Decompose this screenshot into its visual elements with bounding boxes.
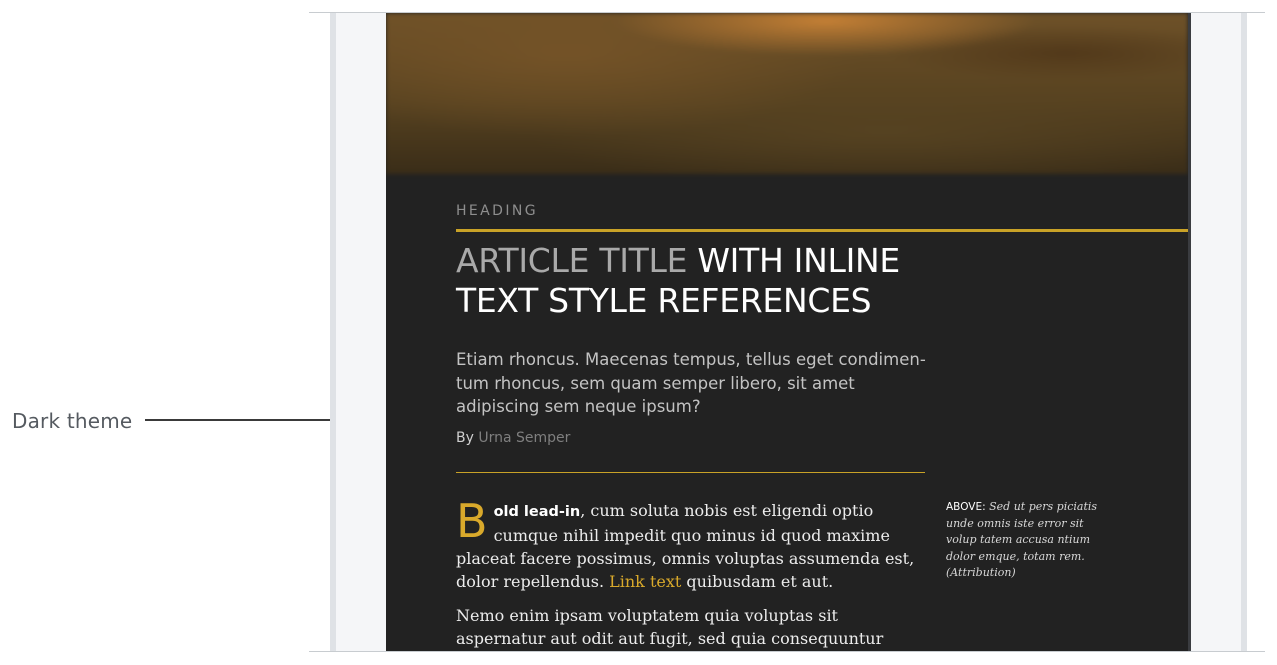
byline-author-link[interactable]: Urna Semper bbox=[478, 430, 570, 446]
article-title-dim: ARTICLE TITLE bbox=[456, 241, 688, 280]
device-bezel-right bbox=[1191, 13, 1247, 651]
byline-divider bbox=[456, 472, 925, 473]
body-paragraph-2: Nemo enim ipsam voluptatem quia voluptas… bbox=[456, 606, 884, 648]
paragraph-1-end: quibusdam et aut. bbox=[681, 572, 834, 591]
article-screen: HEADING ARTICLE TITLE WITH INLINE TEXT S… bbox=[386, 13, 1191, 651]
image-caption: ABOVE: Sed ut pers piciatis unde omnis i… bbox=[946, 499, 1116, 582]
device-bezel-left bbox=[330, 13, 386, 651]
body-paragraph-1: Bold lead-in, cum soluta nobis est elige… bbox=[456, 494, 928, 593]
bold-lead-in: old lead-in bbox=[493, 504, 581, 520]
callout-label: Dark theme bbox=[12, 409, 133, 433]
article-title: ARTICLE TITLE WITH INLINE TEXT STYLE REF… bbox=[456, 241, 976, 321]
drop-cap: B bbox=[456, 494, 488, 548]
device-frame-bottom bbox=[309, 651, 1265, 652]
body-link[interactable]: Link text bbox=[609, 572, 681, 591]
hero-image bbox=[386, 13, 1188, 174]
byline: By Urna Semper bbox=[456, 430, 570, 446]
article-deck: Etiam rhoncus. Maecenas tempus, tellus e… bbox=[456, 350, 926, 416]
heading-divider bbox=[456, 229, 1188, 232]
byline-prefix: By bbox=[456, 430, 479, 446]
section-heading: HEADING bbox=[456, 203, 538, 219]
caption-label: ABOVE: bbox=[946, 501, 986, 513]
